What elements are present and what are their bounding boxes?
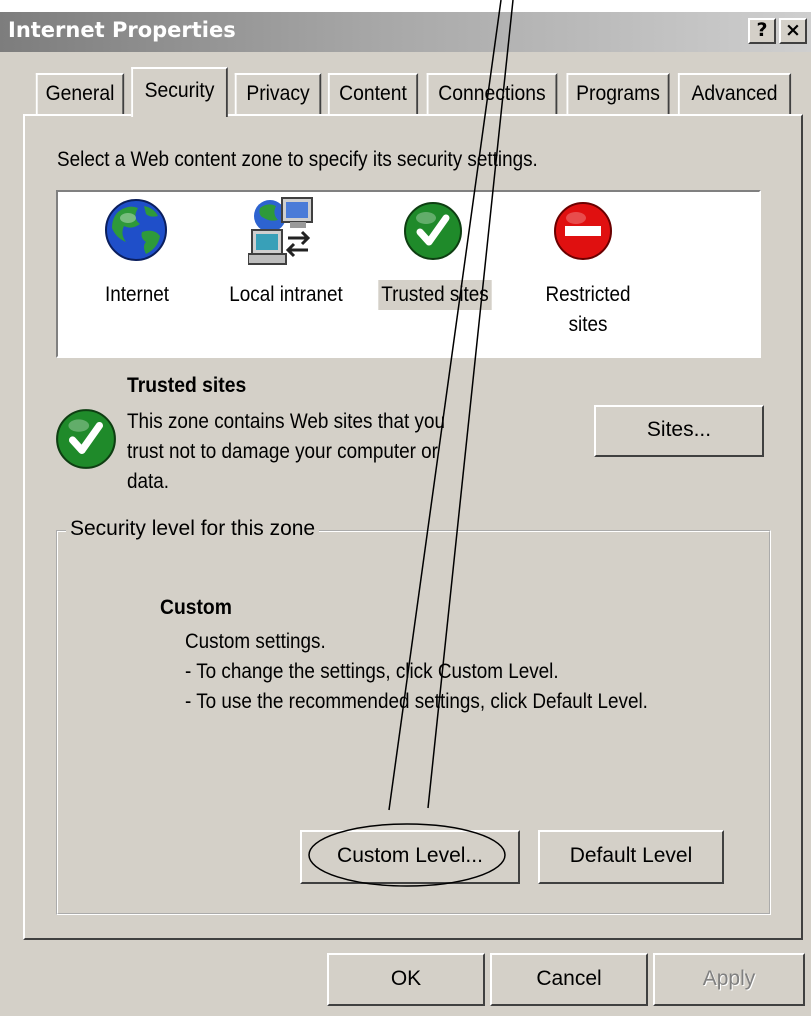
title-bar: Internet Properties ? × [0, 12, 811, 52]
security-level-desc-1: Custom settings. [185, 630, 326, 653]
zone-label-restricted: Restricted [545, 283, 631, 306]
globe-icon [105, 199, 167, 261]
tab-privacy[interactable]: Privacy [234, 73, 322, 115]
zone-info-line-2: trust not to damage your computer or [127, 440, 438, 463]
zone-label-trusted-sites: Trusted sites [378, 280, 492, 310]
tab-security[interactable]: Security [131, 67, 228, 117]
zone-info-line-3: data. [127, 470, 170, 493]
green-check-icon [56, 409, 116, 469]
ok-button[interactable]: OK [327, 953, 485, 1006]
security-level-desc-2: - To change the settings, click Custom L… [185, 660, 559, 683]
tab-advanced[interactable]: Advanced [677, 73, 792, 115]
cancel-button[interactable]: Cancel [490, 953, 648, 1006]
tab-general[interactable]: General [35, 73, 125, 115]
tab-programs[interactable]: Programs [566, 73, 670, 115]
window-title: Internet Properties [8, 18, 236, 42]
default-level-button[interactable]: Default Level [538, 830, 724, 884]
custom-level-button[interactable]: Custom Level... [300, 830, 520, 884]
tab-connections[interactable]: Connections [426, 73, 558, 115]
red-no-entry-icon [554, 202, 612, 260]
zone-label-restricted-line2: sites [568, 313, 608, 336]
green-check-icon [404, 202, 462, 260]
close-button[interactable]: × [779, 18, 807, 44]
zone-info-title: Trusted sites [127, 374, 247, 397]
security-level-name: Custom [160, 596, 232, 619]
zone-label-local-intranet: Local intranet [229, 283, 343, 306]
zone-label-internet: Internet [104, 283, 170, 306]
tab-content[interactable]: Content [327, 73, 419, 115]
zone-list[interactable]: Internet Local intranet Trusted sites Re… [56, 190, 761, 358]
sites-button[interactable]: Sites... [594, 405, 764, 457]
security-level-desc-3: - To use the recommended settings, click… [185, 690, 648, 713]
help-button[interactable]: ? [748, 18, 776, 44]
security-level-legend: Security level for this zone [66, 517, 320, 541]
zone-instruction: Select a Web content zone to specify its… [57, 148, 538, 171]
apply-button[interactable]: Apply [653, 953, 805, 1006]
zone-info-line-1: This zone contains Web sites that you [127, 410, 445, 433]
network-computers-icon [248, 197, 313, 265]
